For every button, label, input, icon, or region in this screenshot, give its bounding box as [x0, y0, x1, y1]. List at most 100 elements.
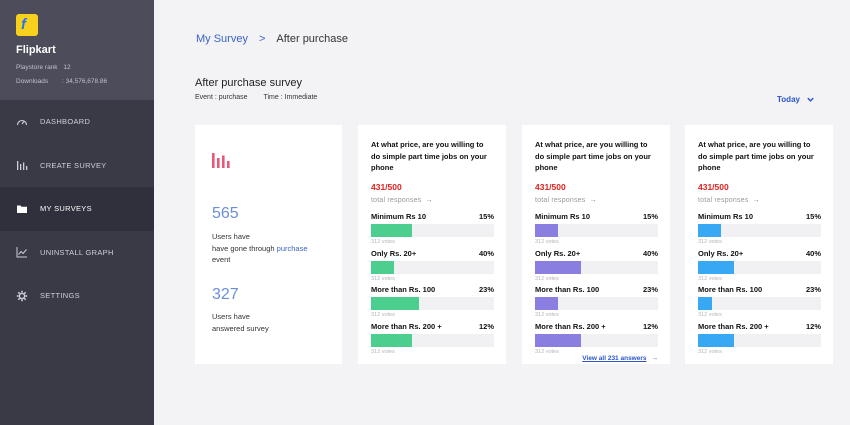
option-bar-track: [371, 297, 494, 310]
option-bar-track: [535, 297, 658, 310]
view-all-answers-link[interactable]: View all 231 answers →: [582, 355, 658, 362]
sidebar-item-dashboard[interactable]: DASHBOARD: [0, 100, 154, 144]
option-bar-fill: [698, 297, 712, 310]
option-bar-track: [535, 260, 658, 274]
answer-option: Minimum Rs 10 15% 312 votes: [371, 212, 494, 249]
option-percent: 23%: [642, 285, 658, 294]
option-votes: 312 votes: [535, 239, 559, 245]
option-bar-fill: [535, 260, 581, 274]
option-label: Minimum Rs 10: [698, 212, 754, 221]
date-filter-dropdown[interactable]: Today: [777, 95, 815, 104]
option-label: Only Rs. 20+: [535, 248, 581, 258]
arrow-right-icon: →: [651, 355, 659, 362]
answer-option: More than Rs. 100 23% 312 votes: [371, 285, 494, 322]
option-percent: 15%: [805, 212, 821, 221]
total-responses-link[interactable]: total responses →: [535, 197, 658, 204]
question-card: At what price, are you willing to do sim…: [685, 125, 833, 364]
app-name: Flipkart: [16, 44, 56, 56]
question-title: At what price, are you willing to do sim…: [371, 140, 487, 172]
playstore-rank: Playstore rank 12: [16, 64, 71, 71]
option-percent: 40%: [805, 248, 821, 258]
option-bar-fill: [371, 333, 412, 347]
sidebar-item-settings[interactable]: SETTINGS: [0, 274, 154, 318]
total-responses-link[interactable]: total responses →: [371, 197, 494, 204]
arrow-right-icon: →: [750, 197, 760, 204]
answer-option: More than Rs. 100 23% 312 votes: [698, 285, 821, 322]
answer-options: Minimum Rs 10 15% 312 votes Only Rs. 20+ 4…: [371, 212, 494, 358]
answer-option: Only Rs. 20+ 40% 312 votes: [535, 249, 658, 286]
option-bar-track: [698, 297, 821, 310]
option-percent: 12%: [805, 321, 821, 331]
option-votes: 312 votes: [698, 348, 722, 355]
option-bar-fill: [371, 297, 419, 310]
answer-option: More than Rs. 200 + 12% 312 votes: [535, 322, 658, 359]
chevron-down-icon: [807, 97, 814, 102]
sidebar-item-my-surveys[interactable]: MY SURVEYS: [0, 187, 154, 231]
event-label: Event : purchase: [195, 94, 248, 101]
sidebar: f Flipkart Playstore rank 12 Downloads :…: [0, 0, 154, 425]
option-label: Minimum Rs 10: [371, 212, 427, 221]
purchase-users-text: Users have have gone through purchase ev…: [212, 232, 308, 264]
option-votes: 312 votes: [698, 275, 722, 282]
option-bar-fill: [698, 224, 722, 237]
option-percent: 12%: [478, 321, 494, 331]
response-count: 431/500: [371, 182, 402, 192]
answered-users-count: 327: [212, 286, 239, 303]
gauge-icon: [16, 116, 28, 128]
question-title: At what price, are you willing to do sim…: [535, 140, 651, 172]
bar-chart-icon: [16, 159, 28, 171]
bar-chart-icon: [212, 153, 230, 168]
option-bar-fill: [535, 297, 559, 310]
question-title: At what price, are you willing to do sim…: [698, 140, 814, 172]
breadcrumb-my-survey[interactable]: My Survey: [196, 33, 248, 45]
option-votes: 312 votes: [535, 348, 559, 355]
option-label: Only Rs. 20+: [698, 248, 744, 258]
option-votes: 312 votes: [371, 348, 395, 355]
option-votes: 312 votes: [535, 312, 559, 318]
question-card: At what price, are you willing to do sim…: [358, 125, 506, 364]
option-bar-track: [371, 224, 494, 237]
option-percent: 23%: [805, 285, 821, 294]
option-label: More than Rs. 100: [535, 285, 600, 294]
option-label: More than Rs. 100: [371, 285, 436, 294]
answer-option: Minimum Rs 10 15% 312 votes: [535, 212, 658, 249]
response-count: 431/500: [698, 182, 729, 192]
answered-users-text: Users have answered survey: [212, 312, 269, 333]
option-label: Minimum Rs 10: [535, 212, 591, 221]
option-bar-fill: [535, 333, 581, 347]
option-percent: 40%: [642, 248, 658, 258]
response-count: 431/500: [535, 182, 566, 192]
folder-icon: [16, 203, 28, 215]
question-card: At what price, are you willing to do sim…: [522, 125, 670, 364]
option-bar-track: [371, 260, 494, 274]
option-bar-track: [698, 333, 821, 347]
option-bar-fill: [371, 224, 412, 237]
breadcrumb-current: After purchase: [276, 33, 348, 45]
gear-icon: [16, 290, 28, 302]
option-percent: 15%: [642, 212, 658, 221]
sidebar-item-create-survey[interactable]: CREATE SURVEY: [0, 144, 154, 188]
total-responses-link[interactable]: total responses →: [698, 197, 821, 204]
survey-meta: Event : purchase Time : Immediate: [195, 94, 317, 101]
sidebar-item-uninstall-graph[interactable]: UNINSTALL GRAPH: [0, 231, 154, 275]
answer-option: Minimum Rs 10 15% 312 votes: [698, 212, 821, 249]
app-header: f Flipkart Playstore rank 12 Downloads :…: [0, 0, 154, 100]
line-chart-icon: [16, 246, 28, 258]
purchase-event-link[interactable]: purchase: [277, 244, 308, 253]
purchase-users-count: 565: [212, 205, 239, 222]
answer-option: More than Rs. 200 + 12% 312 votes: [698, 322, 821, 359]
option-bar-track: [698, 224, 821, 237]
answer-option: More than Rs. 100 23% 312 votes: [535, 285, 658, 322]
option-bar-fill: [698, 333, 734, 347]
breadcrumb: My Survey > After purchase: [196, 33, 348, 45]
option-bar-track: [371, 333, 494, 347]
option-label: More than Rs. 100: [698, 285, 763, 294]
option-label: More than Rs. 200 +: [371, 321, 442, 331]
option-percent: 15%: [478, 212, 494, 221]
answer-options: Minimum Rs 10 15% 312 votes Only Rs. 20+ 4…: [698, 212, 821, 358]
option-votes: 312 votes: [371, 239, 395, 245]
option-percent: 40%: [478, 248, 494, 258]
flipkart-logo: f: [16, 14, 38, 36]
arrow-right-icon: →: [587, 197, 597, 204]
option-bar-fill: [535, 224, 559, 237]
